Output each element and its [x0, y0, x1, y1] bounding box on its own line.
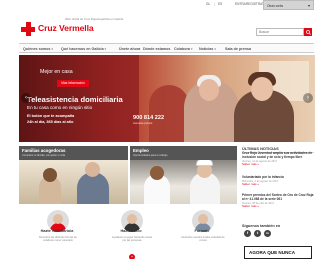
hero-banner[interactable]: Mejor en casa Más información Teleasiste…: [19, 55, 315, 142]
news-item[interactable]: Voluntariado por la infancia Miércoles, …: [242, 175, 314, 187]
other-websites-dropdown[interactable]: Otras webs ▾: [263, 0, 314, 10]
chevron-down-icon: ▾: [190, 47, 193, 51]
chevron-down-icon: ▾: [51, 47, 53, 51]
card-subtitle: Comparte tu familia, comparte tu vida: [22, 154, 66, 157]
training-desc: Descubre nuestra amplia variedad de curs…: [181, 236, 225, 243]
agora-que-nunca-banner[interactable]: AGORA QUE NUNCA: [244, 246, 312, 259]
hero-phone-note: Llamada gratuita: [133, 122, 153, 125]
carousel-next-arrow-icon[interactable]: ›: [303, 93, 313, 103]
training-block[interactable]: Formate Descubre nuestra amplia variedad…: [170, 210, 240, 259]
chevron-down-icon: ▾: [214, 47, 216, 51]
plus-icon[interactable]: +: [129, 254, 135, 259]
news-item[interactable]: Primer premios del Sorteo de Oro de Cruz…: [242, 193, 314, 209]
card-familias-acogedoras[interactable]: Familias acogedoras Comparte tu familia,…: [19, 146, 128, 204]
news-more-link[interactable]: Saber más »: [242, 183, 314, 187]
top-utility-bar: GL | ES ENTRA REGISTRATE Otras webs ▾: [0, 0, 314, 10]
nav-item-donde-estamos[interactable]: Dónde estamos: [143, 44, 170, 54]
chevron-down-icon: ▾: [307, 3, 310, 8]
nav-item-quienes-somos[interactable]: Quiénes somos▾: [23, 44, 53, 54]
nav-item-unete-ahora[interactable]: Únete ahora: [119, 44, 140, 54]
chevron-down-icon: ▾: [104, 47, 107, 51]
other-websites-label: Otras webs: [267, 4, 284, 8]
search-button[interactable]: [304, 28, 312, 36]
social-heading: Síguenos también en: [242, 224, 281, 228]
language-es-link[interactable]: ES: [218, 1, 222, 8]
volunteer-desc: Descubre las distintas formas de colabor…: [39, 236, 77, 243]
news-more-link[interactable]: Saber más »: [242, 162, 314, 167]
member-block[interactable]: Hazte socio Ayúdanos a seguir haciendo c…: [99, 210, 169, 259]
news-title[interactable]: Cruz Roja Juventud amplía sus actividade…: [242, 151, 314, 160]
latest-news: ÚLTIMAS NOTICIAS Cruz Roja Juventud ampl…: [242, 146, 314, 208]
site-tagline: Web oficial de Cruz Roja Española en Gal…: [65, 17, 124, 21]
search-input[interactable]: [256, 28, 304, 36]
facebook-icon[interactable]: f: [244, 230, 251, 237]
red-cross-logo-icon[interactable]: [21, 22, 35, 36]
nav-item-que-hacemos[interactable]: Qué hacemos en Galicia▾: [61, 44, 106, 54]
hero-kicker: Mejor en casa: [40, 69, 73, 75]
card-subtitle: Oportunidades para tu trabajo: [133, 154, 168, 157]
hero-line-1: El botón que te acompaña: [27, 114, 75, 118]
hero-title: Teleasistencia domiciliaria: [27, 95, 123, 104]
volunteer-heading: Hazte voluntario/a: [40, 229, 74, 233]
site-logo-text[interactable]: Cruz Vermella: [38, 23, 94, 33]
training-heading: Formate: [194, 229, 210, 233]
news-more-link[interactable]: Saber más »: [242, 204, 314, 209]
member-desc: Ayúdanos a seguir haciendo cosas por las…: [111, 236, 153, 243]
nav-item-sala-de-prensa[interactable]: Sala de prensa: [225, 44, 251, 54]
search-icon: [305, 29, 311, 35]
card-title: Familias acogedoras: [22, 148, 66, 153]
nav-item-noticias[interactable]: Noticias▾: [199, 44, 216, 54]
language-separator: |: [214, 2, 215, 6]
banner-text: AGORA QUE NUNCA: [249, 250, 296, 255]
nav-item-colabora[interactable]: Colabora▾: [174, 44, 193, 54]
linkedin-icon[interactable]: in: [264, 230, 271, 237]
card-empleo[interactable]: Empleo Oportunidades para tu trabajo: [130, 146, 237, 204]
twitter-icon[interactable]: t: [254, 230, 261, 237]
member-heading: Hazte socio: [120, 229, 142, 233]
login-link[interactable]: ENTRA: [235, 1, 246, 8]
more-info-button[interactable]: Más información: [57, 80, 89, 87]
main-navigation: Quiénes somos▾ Qué hacemos en Galicia▾ Ú…: [19, 43, 314, 53]
carousel-prev-arrow-icon[interactable]: ‹: [21, 93, 31, 103]
hero-subtitle: En tu casa como en ningún sitio: [27, 105, 93, 110]
hero-phone-number: 900 814 222: [133, 115, 165, 121]
volunteer-block[interactable]: Hazte voluntario/a Descubre las distinta…: [25, 210, 95, 259]
news-title[interactable]: Primer premios del Sorteo de Oro de Cruz…: [242, 193, 314, 202]
card-title: Empleo: [133, 148, 149, 153]
hero-line-2: 24h al día, 365 días al año: [27, 120, 74, 124]
news-item[interactable]: Cruz Roja Juventud amplía sus actividade…: [242, 151, 314, 167]
language-gl-link[interactable]: GL: [206, 1, 210, 8]
